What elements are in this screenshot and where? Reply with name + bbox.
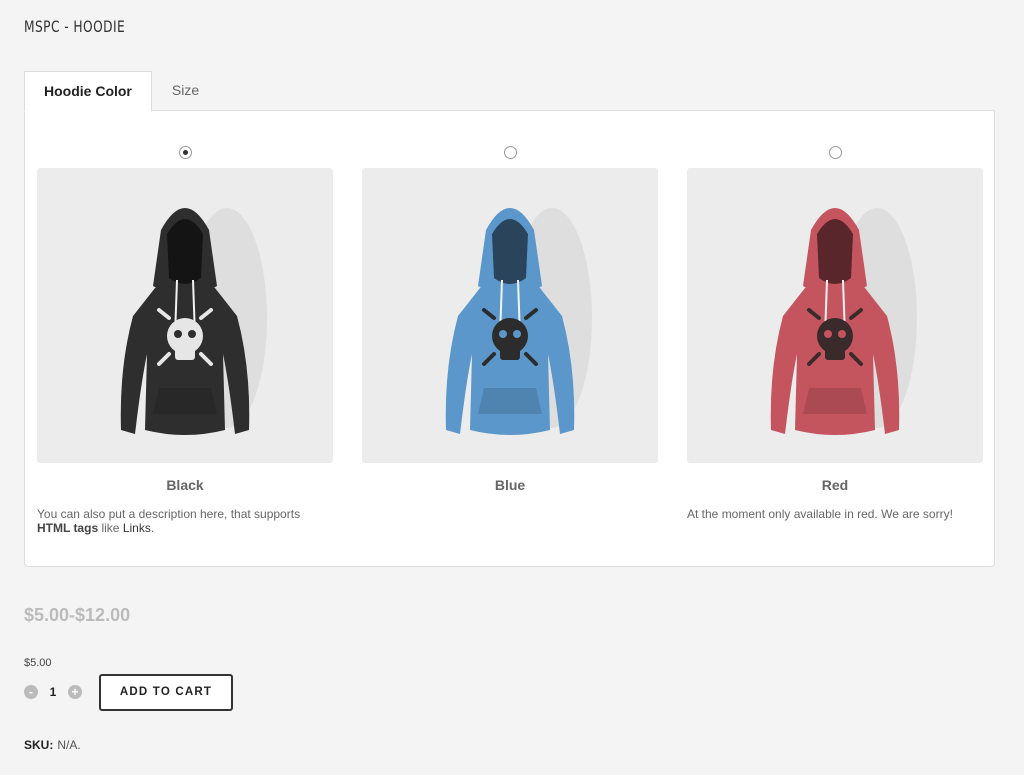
hoodie-image-black[interactable]: [37, 168, 333, 463]
hoodie-image-red[interactable]: [687, 168, 983, 463]
product-title: MSPC - HOODIE: [24, 17, 126, 36]
color-label-black: Black: [166, 477, 204, 493]
tab-hoodie-color[interactable]: Hoodie Color: [24, 71, 152, 112]
tab-size[interactable]: Size: [152, 71, 219, 110]
color-label-blue: Blue: [494, 477, 526, 493]
color-radio-red[interactable]: [829, 146, 842, 159]
sku-info: SKU: N/A.: [24, 738, 81, 752]
sku-value: N/A.: [57, 738, 81, 752]
html-tags-text: HTML tags: [37, 521, 99, 535]
add-to-cart-button[interactable]: ADD TO CART: [99, 674, 233, 711]
color-options-panel: Black You can also put a description her…: [24, 110, 995, 567]
hoodie-image-blue[interactable]: [362, 168, 658, 463]
quantity-stepper: - 1 +: [24, 685, 82, 699]
sku-label: SKU:: [24, 738, 54, 752]
color-label-red: Red: [821, 477, 849, 493]
color-radio-black[interactable]: [179, 146, 192, 159]
color-description-black: You can also put a description here, tha…: [37, 507, 301, 535]
quantity-value[interactable]: 1: [38, 685, 68, 699]
color-description-red: At the moment only available in red. We …: [687, 507, 953, 521]
attribute-tabs: Hoodie Color Size: [24, 71, 219, 112]
quantity-decrease-button[interactable]: -: [24, 685, 38, 699]
price-range: $5.00-$12.00: [24, 605, 131, 625]
quantity-increase-button[interactable]: +: [68, 685, 82, 699]
description-link[interactable]: Links: [123, 521, 151, 535]
unit-price: $5.00: [24, 657, 52, 669]
color-radio-blue[interactable]: [504, 146, 517, 159]
